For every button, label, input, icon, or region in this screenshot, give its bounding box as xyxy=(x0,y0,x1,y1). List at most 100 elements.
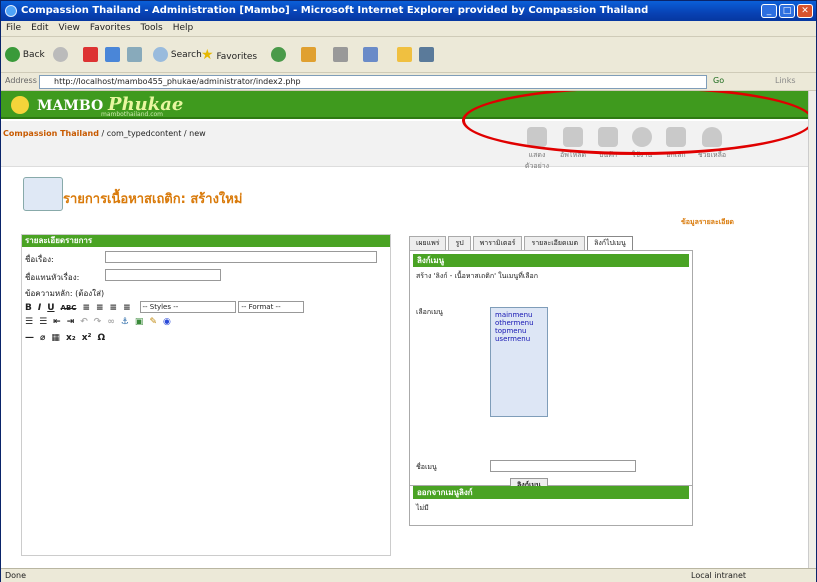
search-button[interactable]: Search xyxy=(153,46,202,64)
justify-icon[interactable]: ≡ xyxy=(123,303,131,313)
stop-button[interactable] xyxy=(83,46,98,64)
details-panel-header: รายละเอียดรายการ xyxy=(22,235,390,247)
address-bar: Address http://localhost/mambo455_phukae… xyxy=(1,73,816,91)
anchor-icon[interactable]: ⚓ xyxy=(121,317,129,327)
menu-view[interactable]: View xyxy=(54,21,85,35)
hr-icon[interactable]: — xyxy=(25,333,34,343)
home-icon xyxy=(127,47,142,62)
status-text: Done xyxy=(5,571,27,580)
title-label: ชื่อเรื่อง: xyxy=(25,255,54,264)
edit-button[interactable] xyxy=(363,46,378,64)
forward-button[interactable] xyxy=(53,46,68,64)
main-text-label: ข้อความหลัก: (ต้องใส่) xyxy=(25,289,105,298)
edit-icon xyxy=(363,47,378,62)
tab-images[interactable]: รูป xyxy=(448,236,471,250)
image-icon[interactable]: ▣ xyxy=(135,317,144,327)
link-icon[interactable]: ∞ xyxy=(107,317,115,327)
back-icon xyxy=(5,47,20,62)
remove-format-icon[interactable]: ⌀ xyxy=(40,333,45,343)
menu-listbox[interactable]: mainmenu othermenu topmenu usermenu xyxy=(490,307,548,417)
subscript-icon[interactable]: x₂ xyxy=(66,333,76,343)
existing-links-value: ไม่มี xyxy=(416,504,429,512)
history-button[interactable] xyxy=(271,46,286,64)
forward-icon xyxy=(53,47,68,62)
align-right-icon[interactable]: ≡ xyxy=(110,303,118,313)
page-scrollbar[interactable] xyxy=(808,91,816,568)
align-center-icon[interactable]: ≡ xyxy=(96,303,104,313)
tab-body: ลิงก์เมนู สร้าง 'ลิงก์ - เนื้อหาสเถติก' … xyxy=(409,250,693,493)
back-button[interactable]: Back xyxy=(5,46,45,64)
print-icon xyxy=(333,47,348,62)
favorites-button[interactable]: ★ Favorites xyxy=(201,46,257,64)
visual-aid-icon[interactable]: ▦ xyxy=(51,333,60,343)
logo-subtitle: mambothailand.com xyxy=(101,111,164,118)
format-select[interactable]: -- Format -- xyxy=(238,301,305,313)
menu-tools[interactable]: Tools xyxy=(136,21,168,35)
breadcrumb: Compassion Thailand / com_typedcontent /… xyxy=(3,129,206,138)
cleanup-icon[interactable]: ✎ xyxy=(149,317,157,327)
address-label: Address xyxy=(5,76,37,85)
indent-icon[interactable]: ⇥ xyxy=(67,317,75,327)
menu-select-label: เลือกเมนู xyxy=(416,308,443,316)
ie-icon xyxy=(5,5,17,17)
browser-toolbar: Back Search ★ Favorites xyxy=(1,37,816,73)
stop-icon xyxy=(83,47,98,62)
html-icon[interactable]: ◉ xyxy=(163,317,171,327)
bold-icon[interactable]: B xyxy=(25,303,32,313)
close-button[interactable]: ✕ xyxy=(797,4,813,18)
char-map-icon[interactable]: Ω xyxy=(97,333,105,343)
details-link[interactable]: ข้อมูลรายละเอียด xyxy=(681,217,734,228)
messenger-button[interactable] xyxy=(419,46,434,64)
go-button[interactable]: Go xyxy=(713,76,724,85)
existing-links-box: ออกจากเมนูลิงก์ ไม่มี xyxy=(409,486,693,526)
bullet-list-icon[interactable]: ☰ xyxy=(25,317,33,327)
zone-text: Local intranet xyxy=(691,571,747,580)
search-icon xyxy=(153,47,168,62)
align-left-icon[interactable]: ≡ xyxy=(82,303,90,313)
menu-option[interactable]: usermenu xyxy=(495,335,543,343)
menu-name-input[interactable] xyxy=(490,460,636,472)
link-menu-header: ลิงก์เมนู xyxy=(413,254,689,267)
tab-parameters[interactable]: พารามิเตอร์ xyxy=(472,236,523,250)
menu-help[interactable]: Help xyxy=(168,21,199,35)
status-bar: Done Local intranet xyxy=(1,568,816,582)
menu-option[interactable]: topmenu xyxy=(495,327,543,335)
print-button[interactable] xyxy=(333,46,348,64)
mail-icon xyxy=(301,47,316,62)
number-list-icon[interactable]: ☰ xyxy=(39,317,47,327)
styles-select[interactable]: -- Styles -- xyxy=(139,301,236,313)
italic-icon[interactable]: I xyxy=(38,303,41,313)
tab-publishing[interactable]: เผยแพร่ xyxy=(409,236,447,250)
undo-icon[interactable]: ↶ xyxy=(80,317,88,327)
strikethrough-icon[interactable]: ABC xyxy=(61,304,77,312)
folder-button[interactable] xyxy=(397,46,412,64)
home-button[interactable] xyxy=(127,46,142,64)
superscript-icon[interactable]: x² xyxy=(82,333,92,343)
menu-file[interactable]: File xyxy=(1,21,26,35)
menu-option[interactable]: mainmenu xyxy=(495,311,543,319)
menu-name-label: ชื่อเมนู xyxy=(416,463,437,471)
page-title: รายการเนื้อหาสเถติก: สร้างใหม่ xyxy=(63,192,243,207)
menu-option[interactable]: othermenu xyxy=(495,319,543,327)
maximize-button[interactable]: □ xyxy=(779,4,795,18)
tab-meta[interactable]: รายละเอียดเมต xyxy=(524,236,586,250)
address-input[interactable]: http://localhost/mambo455_phukae/adminis… xyxy=(39,75,707,89)
page-content: MAMBO Phukae mambothailand.com Compassio… xyxy=(1,91,808,568)
menu-bar: File Edit View Favorites Tools Help xyxy=(1,21,816,37)
refresh-button[interactable] xyxy=(105,46,120,64)
editor-toolbar-row-2: ☰ ☰ ⇤ ⇥ ↶ ↷ ∞ ⚓ ▣ ✎ ◉ xyxy=(25,317,177,327)
minimize-button[interactable]: _ xyxy=(761,4,777,18)
menu-edit[interactable]: Edit xyxy=(26,21,53,35)
redo-icon[interactable]: ↷ xyxy=(94,317,102,327)
alias-label: ชื่อแทนหัวเรื่อง: xyxy=(25,273,80,282)
breadcrumb-site[interactable]: Compassion Thailand xyxy=(3,129,99,138)
existing-links-header: ออกจากเมนูลิงก์ xyxy=(413,486,689,499)
title-input[interactable] xyxy=(105,251,377,263)
underline-icon[interactable]: U xyxy=(47,303,54,313)
menu-favorites[interactable]: Favorites xyxy=(85,21,136,35)
alias-input[interactable] xyxy=(105,269,221,281)
refresh-icon xyxy=(105,47,120,62)
outdent-icon[interactable]: ⇤ xyxy=(53,317,61,327)
mail-button[interactable] xyxy=(301,46,316,64)
links-button[interactable]: Links xyxy=(775,76,796,85)
